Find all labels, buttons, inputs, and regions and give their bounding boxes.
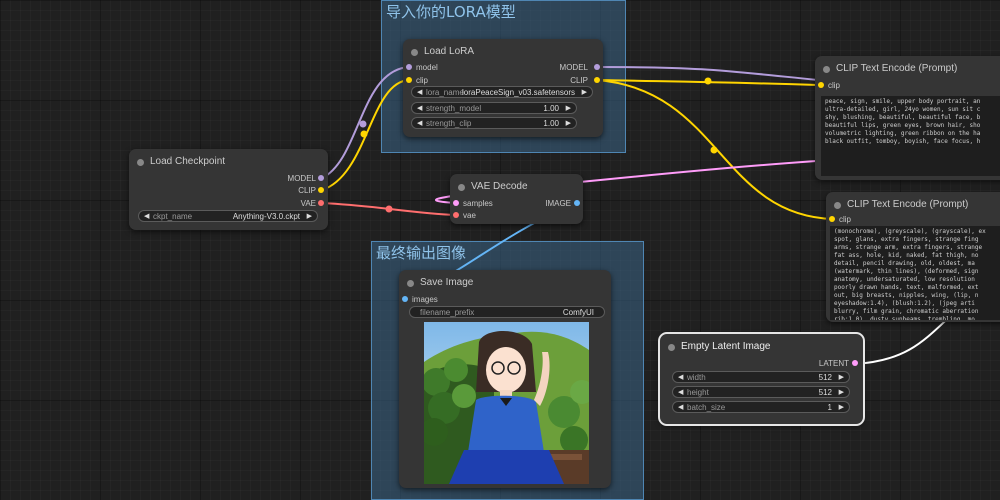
widget-value: Anything-V3.0.ckpt [232, 212, 300, 221]
empty-latent-image-node[interactable]: Empty Latent Image LATENT ◀ width 512 ▶ … [658, 332, 865, 426]
output-label-model: MODEL [559, 63, 588, 72]
input-slot-samples[interactable] [453, 200, 459, 206]
input-label-clip: clip [839, 215, 852, 224]
node-title: Load Checkpoint [150, 156, 226, 167]
widget-value: ComfyUI [562, 308, 594, 317]
arrow-right-icon[interactable]: ▶ [839, 373, 844, 381]
input-label-vae: vae [463, 211, 476, 220]
clip-text-encode-negative-node[interactable]: CLIP Text Encode (Prompt) clip (monochro… [826, 192, 1000, 322]
input-label-samples: samples [463, 199, 493, 208]
widget-value: 1.00 [543, 119, 559, 128]
input-label-images: images [412, 295, 438, 304]
output-slot-clip[interactable] [318, 187, 324, 193]
output-label-image: IMAGE [545, 199, 571, 208]
collapse-dot-icon[interactable] [458, 184, 465, 191]
widget-value: 1.00 [543, 104, 559, 113]
input-slot-images[interactable] [402, 296, 408, 302]
output-slot-vae[interactable] [318, 200, 324, 206]
output-label-clip: CLIP [570, 76, 588, 85]
strength-model-number[interactable]: ◀ strength_model 1.00 ▶ [411, 102, 577, 114]
arrow-right-icon[interactable]: ▶ [566, 104, 571, 112]
arrow-left-icon[interactable]: ◀ [417, 104, 422, 112]
arrow-right-icon[interactable]: ▶ [566, 119, 571, 127]
widget-label: batch_size [687, 403, 726, 412]
generated-image-preview[interactable] [424, 322, 589, 484]
output-label-model: MODEL [287, 174, 316, 183]
arrow-right-icon[interactable]: ▶ [307, 212, 312, 220]
collapse-dot-icon[interactable] [137, 159, 144, 166]
batch-size-number[interactable]: ◀ batch_size 1 ▶ [672, 401, 850, 413]
node-header[interactable]: Load Checkpoint [129, 149, 328, 175]
arrow-right-icon[interactable]: ▶ [582, 88, 587, 96]
arrow-left-icon[interactable]: ◀ [678, 373, 683, 381]
width-number[interactable]: ◀ width 512 ▶ [672, 371, 850, 383]
widget-label: filename_prefix [420, 308, 475, 317]
input-label-clip: clip [416, 76, 429, 85]
node-header[interactable]: VAE Decode [450, 174, 583, 200]
collapse-dot-icon[interactable] [823, 66, 830, 73]
input-label-clip: clip [828, 81, 841, 90]
output-slot-latent[interactable] [852, 360, 858, 366]
widget-value: 1 [827, 403, 832, 412]
widget-label: lora_name [426, 88, 464, 97]
input-slot-clip[interactable] [829, 216, 835, 222]
widget-label: ckpt_name [153, 212, 193, 221]
node-header[interactable]: Load LoRA [403, 39, 603, 65]
output-slot-model[interactable] [594, 64, 600, 70]
collapse-dot-icon[interactable] [834, 202, 841, 209]
node-title: VAE Decode [471, 181, 528, 192]
arrow-right-icon[interactable]: ▶ [839, 388, 844, 396]
prompt-textarea[interactable]: peace, sign, smile, upper body portrait,… [821, 96, 1000, 176]
vae-decode-node[interactable]: VAE Decode samples vae IMAGE [450, 174, 583, 224]
height-number[interactable]: ◀ height 512 ▶ [672, 386, 850, 398]
save-image-node[interactable]: Save Image images filename_prefix ComfyU… [399, 270, 611, 488]
widget-value: 512 [818, 373, 832, 382]
output-label-clip: CLIP [298, 186, 316, 195]
output-label-latent: LATENT [818, 359, 849, 368]
collapse-dot-icon[interactable] [668, 344, 675, 351]
node-title: CLIP Text Encode (Prompt) [836, 63, 958, 74]
widget-value: loraPeaceSign_v03.safetensors [462, 88, 575, 97]
collapse-dot-icon[interactable] [407, 280, 414, 287]
widget-value: 512 [818, 388, 832, 397]
arrow-left-icon[interactable]: ◀ [144, 212, 149, 220]
ckpt-name-combo[interactable]: ◀ ckpt_name Anything-V3.0.ckpt ▶ [138, 210, 318, 222]
filename-prefix-field[interactable]: filename_prefix ComfyUI [409, 306, 605, 318]
arrow-right-icon[interactable]: ▶ [839, 403, 844, 411]
clip-text-encode-positive-node[interactable]: CLIP Text Encode (Prompt) clip peace, si… [815, 56, 1000, 180]
widget-label: strength_clip [426, 119, 472, 128]
prompt-textarea[interactable]: (monochrome), (greyscale), (grayscale), … [830, 226, 1000, 320]
widget-label: width [687, 373, 706, 382]
lora-name-combo[interactable]: ◀ lora_name loraPeaceSign_v03.safetensor… [411, 86, 593, 98]
collapse-dot-icon[interactable] [411, 49, 418, 56]
widget-label: height [687, 388, 709, 397]
node-header[interactable]: CLIP Text Encode (Prompt) [826, 192, 1000, 218]
strength-clip-number[interactable]: ◀ strength_clip 1.00 ▶ [411, 117, 577, 129]
node-header[interactable]: CLIP Text Encode (Prompt) [815, 56, 1000, 82]
arrow-left-icon[interactable]: ◀ [678, 403, 683, 411]
arrow-left-icon[interactable]: ◀ [417, 88, 422, 96]
node-title: Save Image [420, 277, 474, 288]
input-slot-model[interactable] [406, 64, 412, 70]
widget-label: strength_model [426, 104, 482, 113]
output-slot-model[interactable] [318, 175, 324, 181]
load-checkpoint-node[interactable]: Load Checkpoint MODEL CLIP VAE ◀ ckpt_na… [129, 149, 328, 230]
node-title: Empty Latent Image [681, 341, 771, 352]
output-slot-clip[interactable] [594, 77, 600, 83]
arrow-left-icon[interactable]: ◀ [678, 388, 683, 396]
node-title: Load LoRA [424, 46, 475, 57]
node-header[interactable]: Empty Latent Image [660, 334, 863, 360]
input-label-model: model [416, 63, 438, 72]
node-header[interactable]: Save Image [399, 270, 611, 296]
input-slot-vae[interactable] [453, 212, 459, 218]
output-label-vae: VAE [300, 199, 316, 208]
input-slot-clip[interactable] [818, 82, 824, 88]
arrow-left-icon[interactable]: ◀ [417, 119, 422, 127]
input-slot-clip[interactable] [406, 77, 412, 83]
node-title: CLIP Text Encode (Prompt) [847, 199, 969, 210]
load-lora-node[interactable]: Load LoRA model clip MODEL CLIP ◀ lora_n… [403, 39, 603, 137]
output-slot-image[interactable] [574, 200, 580, 206]
